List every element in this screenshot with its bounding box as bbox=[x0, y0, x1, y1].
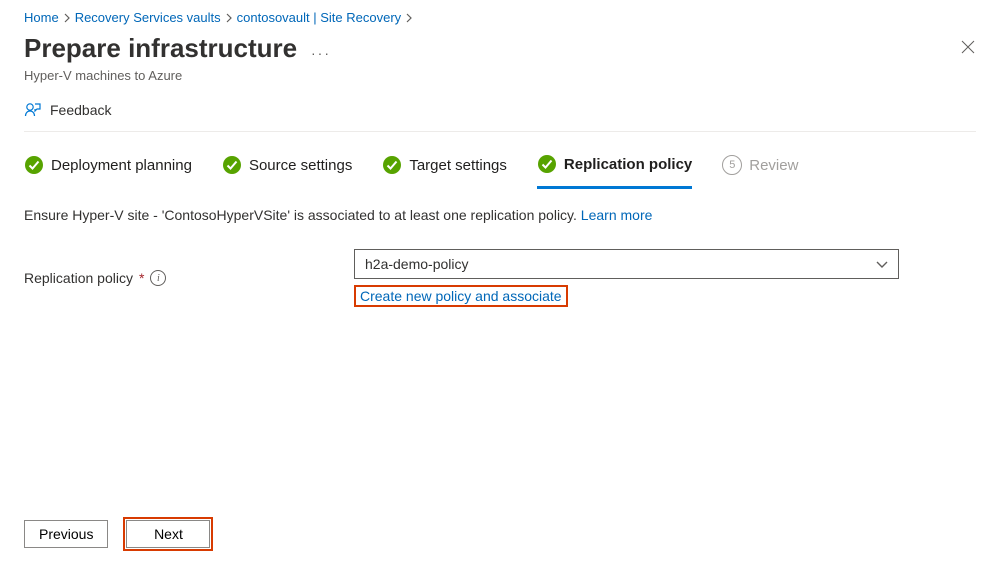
check-circle-icon bbox=[537, 154, 557, 174]
previous-button[interactable]: Previous bbox=[24, 520, 108, 548]
chevron-down-icon bbox=[876, 256, 888, 272]
check-circle-icon bbox=[222, 155, 242, 175]
step-source-settings[interactable]: Source settings bbox=[222, 154, 352, 188]
step-label: Deployment planning bbox=[51, 157, 192, 174]
check-circle-icon bbox=[382, 155, 402, 175]
learn-more-link[interactable]: Learn more bbox=[581, 207, 653, 223]
page-subtitle: Hyper-V machines to Azure bbox=[24, 68, 976, 83]
step-label: Source settings bbox=[249, 157, 352, 174]
feedback-label: Feedback bbox=[50, 102, 111, 118]
wizard-steps: Deployment planning Source settings Targ… bbox=[24, 154, 976, 189]
create-policy-link[interactable]: Create new policy and associate bbox=[360, 288, 562, 304]
close-icon[interactable] bbox=[960, 39, 976, 58]
chevron-right-icon bbox=[63, 13, 71, 23]
chevron-right-icon bbox=[405, 13, 413, 23]
feedback-icon bbox=[24, 101, 42, 119]
chevron-right-icon bbox=[225, 13, 233, 23]
crumb-vaults[interactable]: Recovery Services vaults bbox=[75, 10, 221, 25]
more-menu-icon[interactable]: ··· bbox=[311, 40, 331, 66]
step-number-icon: 5 bbox=[722, 155, 742, 175]
step-label: Review bbox=[749, 157, 798, 174]
step-target-settings[interactable]: Target settings bbox=[382, 154, 507, 188]
required-indicator: * bbox=[139, 270, 144, 286]
step-replication-policy[interactable]: Replication policy bbox=[537, 154, 692, 189]
crumb-contoso[interactable]: contosovault | Site Recovery bbox=[237, 10, 402, 25]
step-label: Replication policy bbox=[564, 156, 692, 173]
check-circle-icon bbox=[24, 155, 44, 175]
replication-policy-select[interactable]: h2a-demo-policy bbox=[354, 249, 899, 279]
step-deployment-planning[interactable]: Deployment planning bbox=[24, 154, 192, 188]
feedback-button[interactable]: Feedback bbox=[24, 101, 111, 119]
hint-text: Ensure Hyper-V site - 'ContosoHyperVSite… bbox=[24, 207, 976, 223]
next-button[interactable]: Next bbox=[126, 520, 210, 548]
select-value: h2a-demo-policy bbox=[365, 256, 469, 272]
replication-policy-label: Replication policy bbox=[24, 270, 133, 286]
info-icon[interactable]: i bbox=[150, 270, 166, 286]
page-title: Prepare infrastructure bbox=[24, 33, 297, 64]
breadcrumb: Home Recovery Services vaults contosovau… bbox=[24, 10, 976, 25]
crumb-home[interactable]: Home bbox=[24, 10, 59, 25]
step-review[interactable]: 5 Review bbox=[722, 154, 798, 188]
step-label: Target settings bbox=[409, 157, 507, 174]
